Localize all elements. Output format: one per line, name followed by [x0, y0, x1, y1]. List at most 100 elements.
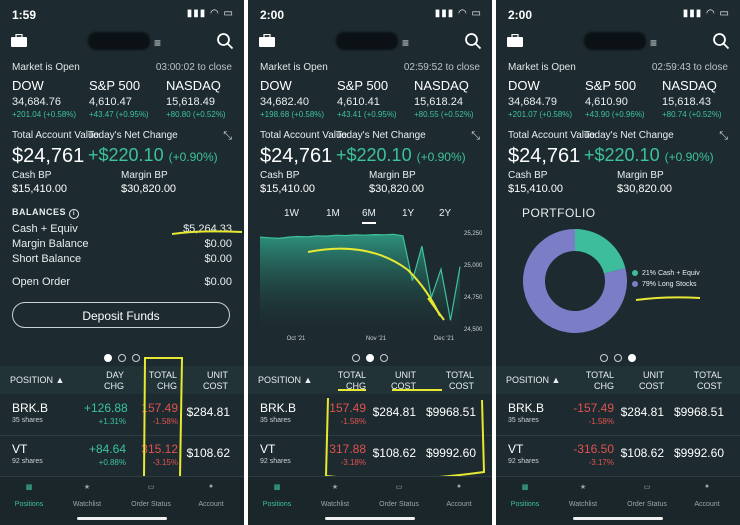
tab-account[interactable]: ● Account	[182, 483, 240, 508]
collapse-icon[interactable]: ⤡	[471, 130, 480, 143]
index-dow[interactable]: DOW 34,682.40 +198.68 (+0.58%)	[260, 78, 324, 119]
col-position[interactable]: POSITION ▲	[506, 375, 560, 386]
margin-bp: Margin BP $30,820.00	[617, 170, 673, 195]
index-sp500[interactable]: S&P 500 4,610.47 +43.47 (+0.95%)	[89, 78, 149, 119]
positions-header: POSITION ▲ TOTAL CHG UNIT COST TOTAL COST	[248, 366, 492, 394]
top-bar: ≡	[248, 30, 492, 56]
positions-header: POSITION ▲ TOTAL CHG UNIT COST TOTAL COST	[496, 366, 740, 394]
index-nasdaq[interactable]: NASDAQ 15,618.49 +80.80 (+0.52%)	[166, 78, 226, 119]
tab-order-status[interactable]: ▭ Order Status	[122, 483, 180, 508]
table-row[interactable]: BRK.B 35 shares 157.49 -1.58% $284.81 $99…	[248, 395, 492, 436]
status-bar: 2:00 ▮▮▮ ◠ ▭	[248, 0, 492, 30]
page-indicator[interactable]	[0, 354, 244, 362]
margin-bp: Margin BP $30,820.00	[369, 170, 425, 195]
positions-header: POSITION ▲ DAY CHG TOTAL CHG UNIT COST	[0, 366, 244, 394]
index-nasdaq[interactable]: NASDAQ 15,618.24 +80.55 (+0.52%)	[414, 78, 474, 119]
table-row[interactable]: BRK.B 35 shares +126.88 +1.31% 157.49 -1.5…	[0, 395, 244, 436]
search-icon[interactable]	[712, 32, 730, 50]
home-indicator	[325, 517, 415, 520]
tab-watchlist[interactable]: ★ Watchlist	[306, 483, 364, 508]
col-position[interactable]: POSITION ▲	[10, 375, 64, 386]
col-total-chg[interactable]: TOTAL CHG	[582, 370, 614, 392]
signal-wifi-battery-icon: ▮▮▮ ◠ ▭	[186, 8, 234, 19]
y-tick-label: 25,250	[464, 231, 483, 237]
menu-icon[interactable]: ≡	[402, 36, 409, 50]
account-selector-redacted[interactable]	[88, 32, 150, 50]
tab-watchlist[interactable]: ★ Watchlist	[554, 483, 612, 508]
col-total-cost[interactable]: TOTAL COST	[442, 370, 474, 392]
range-2y[interactable]: 2Y	[439, 208, 451, 219]
y-tick-label: 24,500	[464, 327, 483, 333]
range-1m[interactable]: 1M	[326, 208, 340, 219]
col-unit-cost[interactable]: UNIT COST	[196, 370, 228, 392]
total-account-value: Total Account Value $24,761	[260, 130, 348, 167]
tab-positions[interactable]: ▩ Positions	[0, 483, 58, 508]
cash-bp: Cash BP $15,410.00	[508, 170, 564, 195]
table-row[interactable]: VT 92 shares -316.50 -3.17% $108.62 $9992…	[496, 436, 740, 477]
time-to-close: 02:59:43 to close	[651, 62, 728, 73]
col-unit-cost[interactable]: UNIT COST	[384, 370, 416, 392]
market-status: Market is Open	[12, 62, 80, 73]
menu-icon[interactable]: ≡	[154, 36, 161, 50]
time-to-close: 03:00:02 to close	[155, 62, 232, 73]
page-indicator[interactable]	[248, 354, 492, 362]
menu-icon[interactable]: ≡	[650, 36, 657, 50]
table-row[interactable]: VT 92 shares 317.88 -3.18% $108.62 $9992.…	[248, 436, 492, 477]
portfolio-donut-chart[interactable]	[522, 228, 628, 334]
account-selector-redacted[interactable]	[584, 32, 646, 50]
table-row[interactable]: BRK.B 35 shares -157.49 -1.58% $284.81 $9…	[496, 395, 740, 436]
search-icon[interactable]	[216, 32, 234, 50]
phone-screen-1: 1:59 ▮▮▮ ◠ ▭ ≡ Market is Open 03:00:02 t…	[0, 0, 244, 525]
table-row[interactable]: VT 92 shares +84.64 +0.88% 315.12 -3.15% $…	[0, 436, 244, 477]
cash-bp: Cash BP $15,410.00	[12, 170, 68, 195]
col-day-chg[interactable]: DAY CHG	[96, 370, 124, 392]
tab-account[interactable]: ● Account	[678, 483, 736, 508]
col-position[interactable]: POSITION ▲	[258, 375, 312, 386]
range-1y[interactable]: 1Y	[402, 208, 414, 219]
deposit-funds-button[interactable]: Deposit Funds	[12, 302, 230, 328]
range-6m[interactable]: 6M	[362, 208, 376, 224]
y-tick-label: 24,750	[464, 295, 483, 301]
briefcase-icon[interactable]	[506, 34, 524, 48]
search-icon[interactable]	[464, 32, 482, 50]
margin-bp: Margin BP $30,820.00	[121, 170, 177, 195]
chart-area	[260, 234, 460, 328]
total-account-value: Total Account Value $24,761	[12, 130, 100, 167]
info-icon[interactable]: i	[69, 209, 80, 219]
clock: 2:00	[508, 8, 533, 22]
total-account-value: Total Account Value $24,761	[508, 130, 596, 167]
range-1w[interactable]: 1W	[284, 208, 299, 219]
index-dow[interactable]: DOW 34,684.79 +201.07 (+0.58%)	[508, 78, 572, 119]
balances-section: BALANCES i Cash + Equiv $5,264.33 Margin B…	[12, 207, 232, 268]
page-indicator[interactable]	[496, 354, 740, 362]
collapse-icon[interactable]: ⤡	[719, 130, 728, 143]
col-total-cost[interactable]: TOTAL COST	[690, 370, 722, 392]
tab-order-status[interactable]: ▭ Order Status	[370, 483, 428, 508]
x-tick-label: Oct '21	[287, 336, 306, 342]
collapse-icon[interactable]: ⤡	[223, 130, 232, 143]
todays-net-change: Today's Net Change +$220.10 (+0.90%)	[336, 130, 466, 165]
col-unit-cost[interactable]: UNIT COST	[632, 370, 664, 392]
market-status-row: Market is Open 02:59:52 to close	[260, 62, 480, 73]
account-selector-redacted[interactable]	[336, 32, 398, 50]
tab-positions[interactable]: ▩ Positions	[496, 483, 554, 508]
briefcase-icon[interactable]	[258, 34, 276, 48]
index-sp500[interactable]: S&P 500 4,610.90 +43.90 (+0.96%)	[585, 78, 645, 119]
index-nasdaq[interactable]: NASDAQ 15,618.43 +80.74 (+0.52%)	[662, 78, 722, 119]
todays-net-change: Today's Net Change +$220.10 (+0.90%)	[88, 130, 218, 165]
col-total-chg[interactable]: TOTAL CHG	[334, 370, 366, 392]
col-total-chg[interactable]: TOTAL CHG	[145, 370, 177, 392]
signal-wifi-battery-icon: ▮▮▮ ◠ ▭	[682, 8, 730, 19]
index-dow[interactable]: DOW 34,684.76 +201.04 (+0.58%)	[12, 78, 76, 119]
account-value-chart[interactable]: 25,250 25,000 24,750 24,500 Oct '21 Nov '21 De…	[256, 228, 488, 346]
tab-watchlist[interactable]: ★ Watchlist	[58, 483, 116, 508]
tab-account[interactable]: ● Account	[430, 483, 488, 508]
index-sp500[interactable]: S&P 500 4,610.41 +43.41 (+0.95%)	[337, 78, 397, 119]
donut-slice-cash[interactable]	[575, 229, 626, 274]
time-to-close: 02:59:52 to close	[403, 62, 480, 73]
home-indicator	[77, 517, 167, 520]
status-bar: 1:59 ▮▮▮ ◠ ▭	[0, 0, 244, 30]
tab-positions[interactable]: ▩ Positions	[248, 483, 306, 508]
briefcase-icon[interactable]	[10, 34, 28, 48]
tab-order-status[interactable]: ▭ Order Status	[618, 483, 676, 508]
